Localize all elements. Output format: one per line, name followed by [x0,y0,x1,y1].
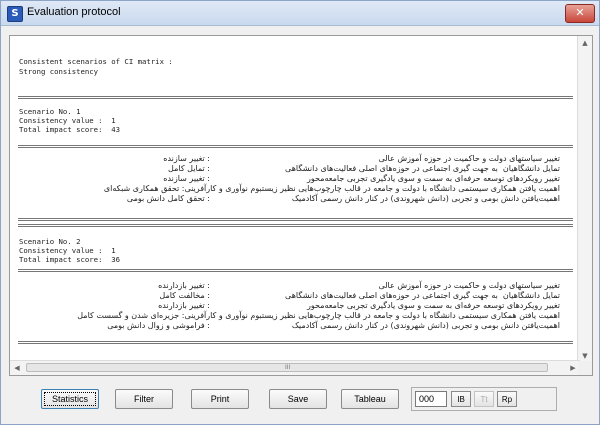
evaluation-protocol-window: S Evaluation protocol ✕ Consistent scena… [0,0,600,425]
report-frame: Consistent scenarios of CI matrix : Stro… [9,35,593,376]
horizontal-scrollbar[interactable]: ◀ III ▶ [10,360,580,375]
scroll-left-arrow-icon[interactable]: ◀ [10,361,24,375]
scroll-grip-icon: III [285,364,291,371]
close-button[interactable]: ✕ [565,4,595,23]
scenario-2-row-5-text: اهمیت‌یافتن دانش بومی و تجربی (دانش شهرو… [291,321,560,330]
report-header-line-1: Consistent scenarios of CI matrix : [19,57,173,66]
section-separator [18,341,573,344]
scenario-2-row-3-text: تغییر رویکردهای توسعه حرفه‌ای به سمت و س… [307,301,560,310]
font-controls: 000 IB Tt Rp [411,387,557,411]
window-title: Evaluation protocol [27,6,121,18]
scenario-2-row-2-label: : مخالفت کامل [159,291,210,300]
scroll-up-arrow-icon[interactable]: ▲ [578,36,592,50]
scenario-1-row-1-text: تغییر سیاستهای دولت و حاکمیت در حوزه آمو… [378,154,560,163]
scenario-1-row-2-text: تمایل دانشگاهیان به جهت گیری اجتماعی در … [285,164,560,173]
save-button[interactable]: Save [269,389,327,409]
horizontal-scroll-thumb[interactable]: III [26,363,548,372]
scenario-2-impact: Total impact score: 36 [19,255,121,264]
scenario-1-row-3-text: تغییر رویکردهای توسعه حرفه‌ای به سمت و س… [307,174,560,183]
scenario-2-row-1-text: تغییر سیاستهای دولت و حاکمیت در حوزه آمو… [378,281,560,290]
scenario-2-row-5-label: : فراموشی و زوال دانش بومی [107,321,210,330]
scenario-1-row-4-text: اهمیت یافتن همکاری سیستمی دانشگاه با دول… [103,184,560,193]
reset-font-button[interactable]: Rp [497,391,517,407]
report-text-area[interactable]: Consistent scenarios of CI matrix : Stro… [10,36,580,363]
scenario-2-row-4-text: اهمیت یافتن همکاری سیستمی دانشگاه با دول… [77,311,560,320]
scenario-2-number: Scenario No. 2 [19,237,81,246]
scenario-1-impact: Total impact score: 43 [19,125,121,134]
print-button[interactable]: Print [191,389,249,409]
bold-button[interactable]: IB [451,391,471,407]
section-separator [18,269,573,272]
scenario-1-row-1-label: : تغییر سازنده [163,154,210,163]
italic-button[interactable]: Tt [474,391,494,407]
tableau-button[interactable]: Tableau [341,389,399,409]
scrollbar-corner [578,361,592,375]
section-separator [18,145,573,148]
scenario-2-row-1-label: : تغییر بازدارنده [158,281,210,290]
scenario-1-number: Scenario No. 1 [19,107,81,116]
scenario-1-row-5-label: : تحقق کامل دانش بومی [126,194,210,203]
scenario-2-row-3-label: : تغییر بازدارنده [158,301,210,310]
app-icon: S [7,6,23,22]
report-header-line-2: Strong consistency [19,67,99,76]
font-size-field[interactable]: 000 [415,391,447,407]
section-separator [18,96,573,99]
section-separator [18,224,573,227]
scenario-1-row-3-label: : تغییر سازنده [163,174,210,183]
scenario-2-row-2-text: تمایل دانشگاهیان به جهت گیری اجتماعی در … [285,291,560,300]
scenario-1-consistency: Consistency value : 1 [19,116,116,125]
scenario-1-row-2-label: : تمایل کامل [168,164,210,173]
scenario-1-row-5-text: اهمیت‌یافتن دانش بومی و تجربی (دانش شهرو… [291,194,560,203]
scenario-2-consistency: Consistency value : 1 [19,246,116,255]
statistics-button[interactable]: Statistics [41,389,99,409]
section-separator [18,218,573,221]
filter-button[interactable]: Filter [115,389,173,409]
vertical-scrollbar[interactable]: ▲ ▼ [577,36,592,363]
title-bar[interactable]: S Evaluation protocol ✕ [1,1,599,26]
